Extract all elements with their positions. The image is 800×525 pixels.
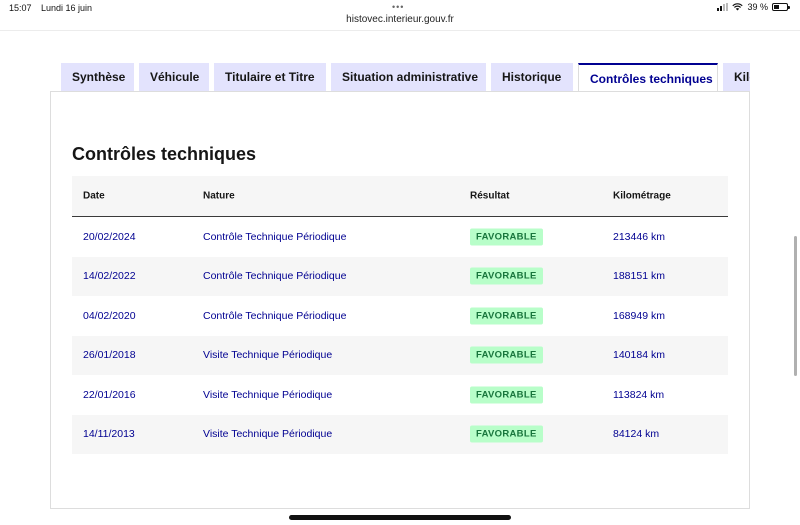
multitask-dots-icon[interactable]: ••• (392, 2, 404, 12)
row-date: 26/01/2018 (83, 349, 136, 362)
tab-situation[interactable]: Situation administrative (331, 63, 486, 91)
battery-icon (772, 3, 790, 11)
row-km: 84124 km (613, 428, 660, 441)
tab-historique[interactable]: Historique (491, 63, 573, 91)
battery-percent: 39 % (747, 2, 768, 12)
result-badge: FAVORABLE (470, 425, 543, 443)
status-date: Lundi 16 juin (41, 3, 93, 13)
table-row: 14/02/2022 Contrôle Technique Périodique… (72, 256, 728, 296)
result-badge: FAVORABLE (470, 228, 543, 246)
row-km: 168949 km (613, 309, 665, 322)
battery-fill (774, 5, 779, 9)
tab-vehicule[interactable]: Véhicule (139, 63, 209, 91)
row-nature: Contrôle Technique Périodique (203, 309, 347, 322)
tab-controles-techniques[interactable]: Contrôles techniques (578, 63, 718, 91)
controls-table: Date Nature Résultat Kilométrage 20/02/2… (72, 176, 728, 454)
tab-bar: Synthèse Véhicule Titulaire et Titre Sit… (61, 63, 750, 91)
tab-panel: Contrôles techniques Date Nature Résulta… (50, 91, 750, 509)
table-header: Date Nature Résultat Kilométrage (72, 176, 728, 217)
page-title: Contrôles techniques (72, 144, 257, 164)
table-row: 26/01/2018 Visite Technique Périodique F… (72, 335, 728, 375)
column-header-result: Résultat (470, 190, 510, 202)
result-badge: FAVORABLE (470, 307, 543, 325)
row-km: 213446 km (613, 230, 665, 243)
table-row: 04/02/2020 Contrôle Technique Périodique… (72, 296, 728, 336)
table-row: 20/02/2024 Contrôle Technique Périodique… (72, 217, 728, 257)
table-row: 22/01/2016 Visite Technique Périodique F… (72, 375, 728, 415)
row-nature: Visite Technique Périodique (203, 349, 333, 362)
row-km: 140184 km (613, 349, 665, 362)
result-badge: FAVORABLE (470, 346, 543, 364)
row-nature: Contrôle Technique Périodique (203, 270, 347, 283)
column-header-date: Date (83, 190, 105, 202)
column-header-nature: Nature (203, 190, 235, 202)
row-km: 113824 km (613, 388, 665, 401)
row-date: 20/02/2024 (83, 230, 136, 243)
row-date: 22/01/2016 (83, 388, 136, 401)
wifi-icon (732, 3, 744, 11)
result-badge: FAVORABLE (470, 386, 543, 404)
row-nature: Contrôle Technique Périodique (203, 230, 347, 243)
status-bar: 15:07 Lundi 16 juin ••• 39 % (0, 0, 800, 14)
home-indicator[interactable] (289, 515, 511, 520)
row-date: 14/11/2013 (83, 428, 135, 441)
url-bar[interactable]: histovec.interieur.gouv.fr (0, 14, 800, 25)
row-date: 14/02/2022 (83, 270, 136, 283)
column-header-km: Kilométrage (613, 190, 671, 202)
row-nature: Visite Technique Périodique (203, 388, 333, 401)
result-badge: FAVORABLE (470, 267, 543, 285)
table-row: 14/11/2013 Visite Technique Périodique F… (72, 414, 728, 454)
vertical-scrollbar[interactable] (794, 236, 797, 376)
status-time: 15:07 (9, 3, 32, 13)
status-right: 39 % (717, 2, 790, 12)
row-nature: Visite Technique Périodique (203, 428, 333, 441)
tab-synthese[interactable]: Synthèse (61, 63, 134, 91)
signal-icon (717, 3, 729, 11)
header-divider (0, 30, 800, 31)
tab-kilometrage[interactable]: Kilo (723, 63, 750, 91)
row-km: 188151 km (613, 270, 665, 283)
tab-titulaire[interactable]: Titulaire et Titre (214, 63, 326, 91)
row-date: 04/02/2020 (83, 309, 136, 322)
